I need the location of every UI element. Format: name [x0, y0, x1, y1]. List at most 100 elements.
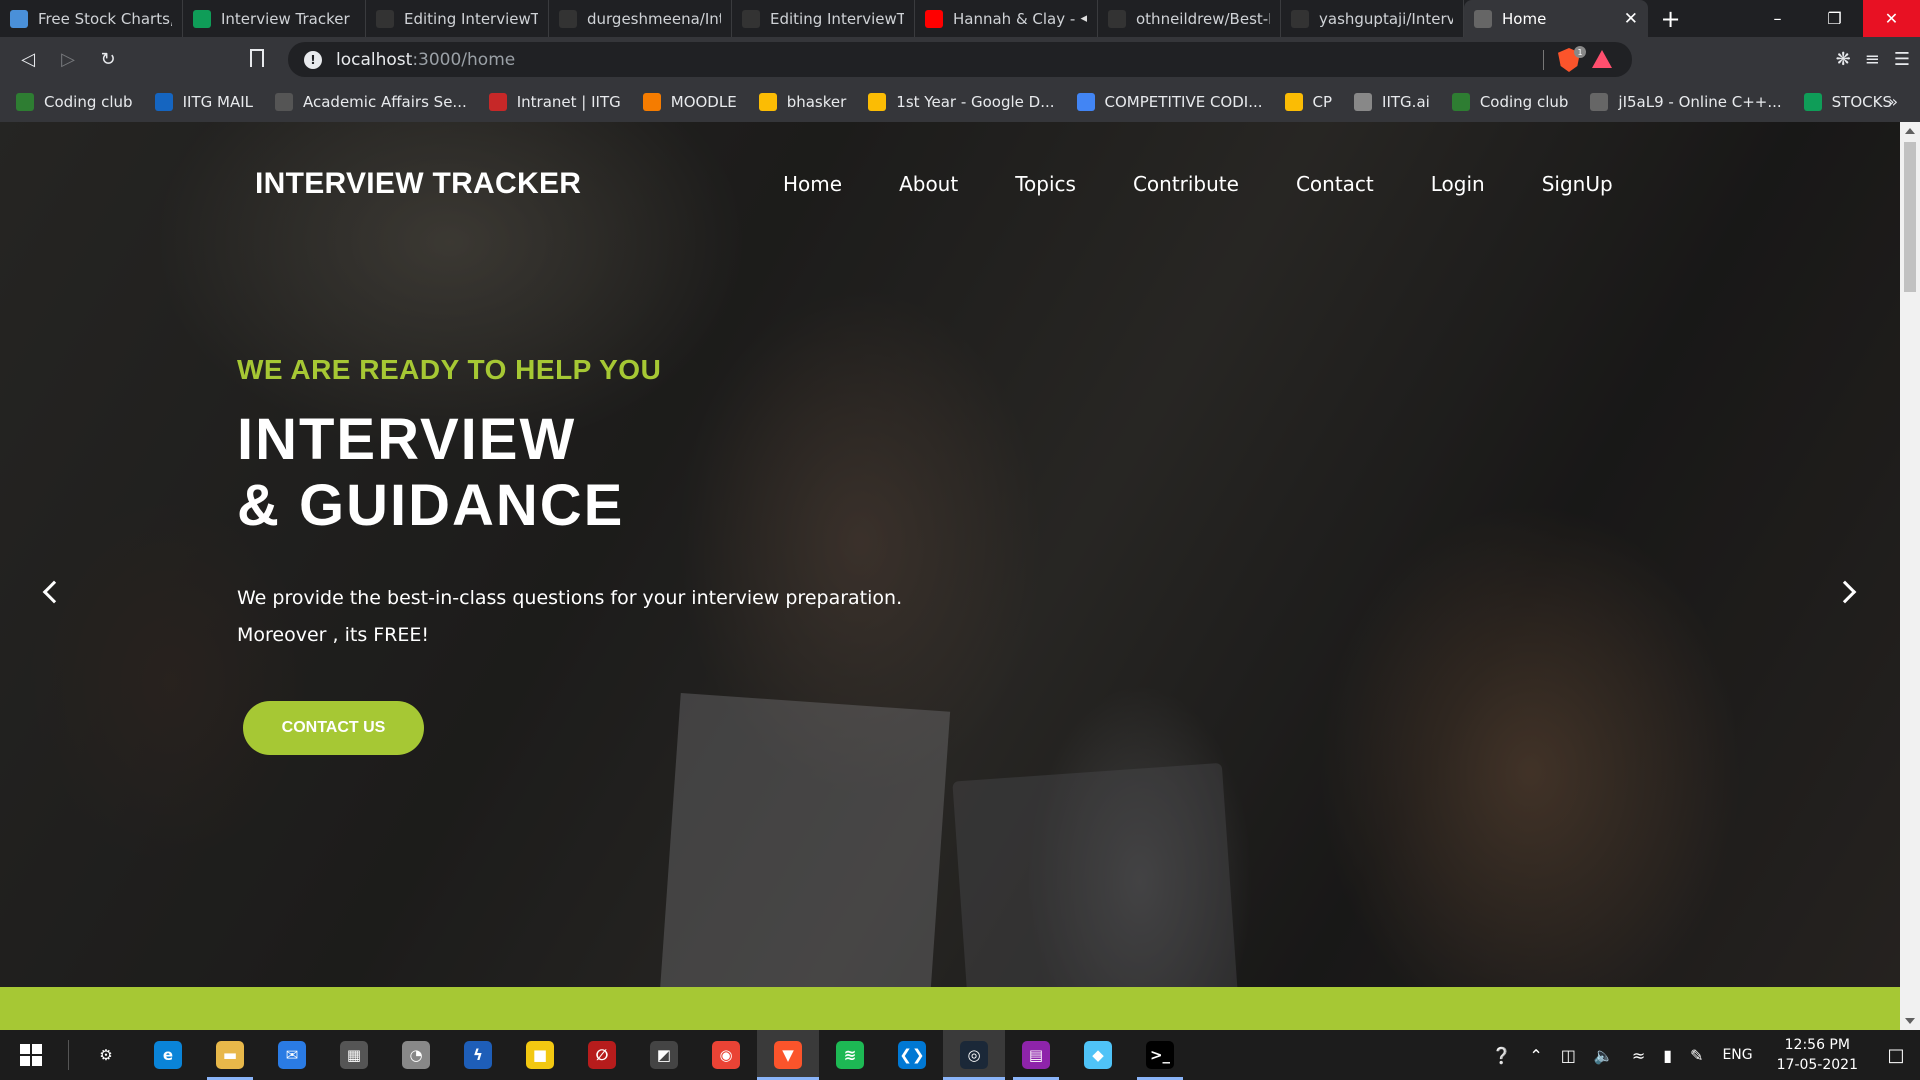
- bookmark-favicon-icon: [1284, 93, 1303, 111]
- taskbar-app[interactable]: ≋: [819, 1030, 881, 1080]
- close-window-button[interactable]: ✕: [1863, 0, 1920, 37]
- bookmark-item[interactable]: MOODLE: [642, 93, 737, 111]
- hero-headline-line2: & GUIDANCE: [237, 473, 625, 538]
- tab-title: Editing InterviewTrac: [404, 9, 538, 28]
- scrollbar-thumb[interactable]: [1904, 142, 1916, 292]
- bookmarks-overflow-icon[interactable]: »: [1888, 92, 1898, 111]
- taskbar-app[interactable]: ▬: [199, 1030, 261, 1080]
- taskbar-app[interactable]: ϟ: [447, 1030, 509, 1080]
- bookmark-item[interactable]: 1st Year - Google D...: [868, 93, 1055, 111]
- nav-signup[interactable]: SignUp: [1542, 172, 1613, 196]
- bookmark-item[interactable]: Coding club: [1451, 93, 1568, 111]
- browser-tab[interactable]: othneildrew/Best-RE: [1098, 0, 1281, 37]
- browser-tab[interactable]: durgeshmeena/Inter: [549, 0, 732, 37]
- nav-topics[interactable]: Topics: [1015, 172, 1076, 196]
- windows-taskbar: ⚙ e ▬ ✉ ▦ ◔ ϟ ■ ∅ ◩ ◉ ▼ ≋ ❮❯ ◎ ▤ ◆ >_ ❔ ⌃ ◫ 🔈 ≈ ▮ ✎ ENG 1…: [0, 1030, 1920, 1080]
- site-logo[interactable]: INTERVIEW TRACKER: [255, 167, 581, 201]
- device-icon[interactable]: ◫: [1561, 1046, 1576, 1065]
- nav-about[interactable]: About: [899, 172, 958, 196]
- taskbar-app[interactable]: ✉: [261, 1030, 323, 1080]
- media-controls-icon[interactable]: ≡: [1865, 49, 1880, 70]
- taskbar-app[interactable]: ❮❯: [881, 1030, 943, 1080]
- taskbar-app[interactable]: ∅: [571, 1030, 633, 1080]
- browser-tab[interactable]: Editing InterviewTrac: [366, 0, 549, 37]
- bookmark-item[interactable]: COMPETITIVE CODI...: [1076, 93, 1263, 111]
- bookmark-item[interactable]: Coding club: [16, 93, 133, 111]
- forward-button[interactable]: ▷: [48, 40, 88, 80]
- bookmark-item[interactable]: bhasker: [758, 93, 847, 111]
- pen-icon[interactable]: ✎: [1690, 1046, 1703, 1065]
- help-icon[interactable]: ❔: [1491, 1046, 1511, 1065]
- chevron-up-icon[interactable]: ⌃: [1529, 1046, 1542, 1065]
- taskbar-app[interactable]: ■: [509, 1030, 571, 1080]
- steam-icon: ◎: [960, 1041, 988, 1069]
- taskbar-app[interactable]: >_: [1129, 1030, 1191, 1080]
- volume-icon[interactable]: 🔈: [1594, 1046, 1614, 1065]
- bookmark-label: bhasker: [786, 93, 847, 111]
- new-tab-button[interactable]: +: [1648, 0, 1693, 37]
- browser-tab[interactable]: Home ✕: [1464, 0, 1648, 37]
- taskbar-app[interactable]: ▤: [1005, 1030, 1067, 1080]
- tab-audio-icon[interactable]: ◂: [1080, 11, 1087, 26]
- nav-home[interactable]: Home: [783, 172, 842, 196]
- bookmark-favicon-icon: [488, 93, 507, 111]
- bookmark-label: CP: [1312, 93, 1333, 111]
- language-indicator[interactable]: ENG: [1722, 1047, 1752, 1063]
- bookmark-item[interactable]: CP: [1284, 93, 1333, 111]
- clock[interactable]: 12:56 PM 17-05-2021: [1777, 1035, 1858, 1075]
- carousel-next-icon[interactable]: [1830, 577, 1860, 607]
- browser-tab[interactable]: Hannah & Clay - ◂: [915, 0, 1098, 37]
- taskbar-app[interactable]: ◆: [1067, 1030, 1129, 1080]
- nav-login[interactable]: Login: [1431, 172, 1485, 196]
- minimize-button[interactable]: –: [1749, 0, 1806, 37]
- bookmark-icon[interactable]: [250, 49, 264, 67]
- restore-button[interactable]: ❐: [1806, 0, 1863, 37]
- taskbar-divider: [68, 1040, 69, 1070]
- browser-tab[interactable]: Interview Tracker Sul: [183, 0, 366, 37]
- nav-contact[interactable]: Contact: [1296, 172, 1374, 196]
- sheets-icon: [193, 9, 211, 28]
- bookmark-item[interactable]: Academic Affairs Se...: [274, 93, 467, 111]
- wifi-icon[interactable]: ≈: [1632, 1046, 1645, 1065]
- taskbar-app[interactable]: ▦: [323, 1030, 385, 1080]
- taskbar-app[interactable]: ⚙: [75, 1030, 137, 1080]
- bookmark-label: COMPETITIVE CODI...: [1104, 93, 1263, 111]
- taskbar-app[interactable]: ▼: [757, 1030, 819, 1080]
- taskbar-app[interactable]: ◎: [943, 1030, 1005, 1080]
- browser-toolbar: ◁ ▷ ↻ ! localhost:3000/home 1 ❋ ≡ ☰: [0, 37, 1920, 82]
- bookmark-item[interactable]: IITG.ai: [1354, 93, 1430, 111]
- contact-us-button[interactable]: CONTACT US: [243, 701, 424, 755]
- battery-icon[interactable]: ▮: [1663, 1046, 1672, 1065]
- taskbar-app[interactable]: e: [137, 1030, 199, 1080]
- scroll-down-icon[interactable]: [1905, 1018, 1915, 1024]
- bookmark-item[interactable]: jI5aL9 - Online C++...: [1590, 93, 1782, 111]
- bookmark-item[interactable]: Intranet | IITG: [488, 93, 621, 111]
- extensions-icon[interactable]: ❋: [1836, 49, 1851, 70]
- site-nav: Home About Topics Contribute Contact Log…: [783, 172, 1613, 196]
- site-info-icon[interactable]: !: [304, 50, 322, 69]
- address-bar[interactable]: ! localhost:3000/home 1: [288, 42, 1632, 77]
- scroll-up-icon[interactable]: [1905, 128, 1915, 134]
- brave-rewards-icon[interactable]: [1592, 50, 1612, 68]
- nav-contribute[interactable]: Contribute: [1133, 172, 1239, 196]
- page-scrollbar[interactable]: [1900, 122, 1920, 1030]
- taskbar-app[interactable]: ◔: [385, 1030, 447, 1080]
- browser-tab[interactable]: Free Stock Charts, St: [0, 0, 183, 37]
- bookmark-item[interactable]: STOCKS: [1803, 93, 1892, 111]
- carousel-prev-icon[interactable]: [39, 577, 69, 607]
- close-tab-icon[interactable]: ✕: [1624, 9, 1638, 29]
- hero-banner: INTERVIEW TRACKER Home About Topics Cont…: [0, 122, 1900, 1012]
- browser-tab[interactable]: Editing InterviewTrac: [732, 0, 915, 37]
- taskbar-app[interactable]: ◉: [695, 1030, 757, 1080]
- back-button[interactable]: ◁: [8, 40, 48, 80]
- start-button[interactable]: [0, 1030, 62, 1080]
- notification-icon[interactable]: □: [1872, 1030, 1920, 1080]
- taskbar-app[interactable]: ◩: [633, 1030, 695, 1080]
- bookmarks-bar: Coding club IITG MAIL Academic Affairs Se.…: [0, 82, 1920, 122]
- browser-tab[interactable]: yashguptaji/Intervie: [1281, 0, 1464, 37]
- reload-button[interactable]: ↻: [88, 40, 128, 80]
- menu-icon[interactable]: ☰: [1894, 49, 1910, 70]
- url-host: localhost: [336, 49, 413, 70]
- tab-title: Free Stock Charts, St: [38, 9, 172, 28]
- bookmark-item[interactable]: IITG MAIL: [154, 93, 253, 111]
